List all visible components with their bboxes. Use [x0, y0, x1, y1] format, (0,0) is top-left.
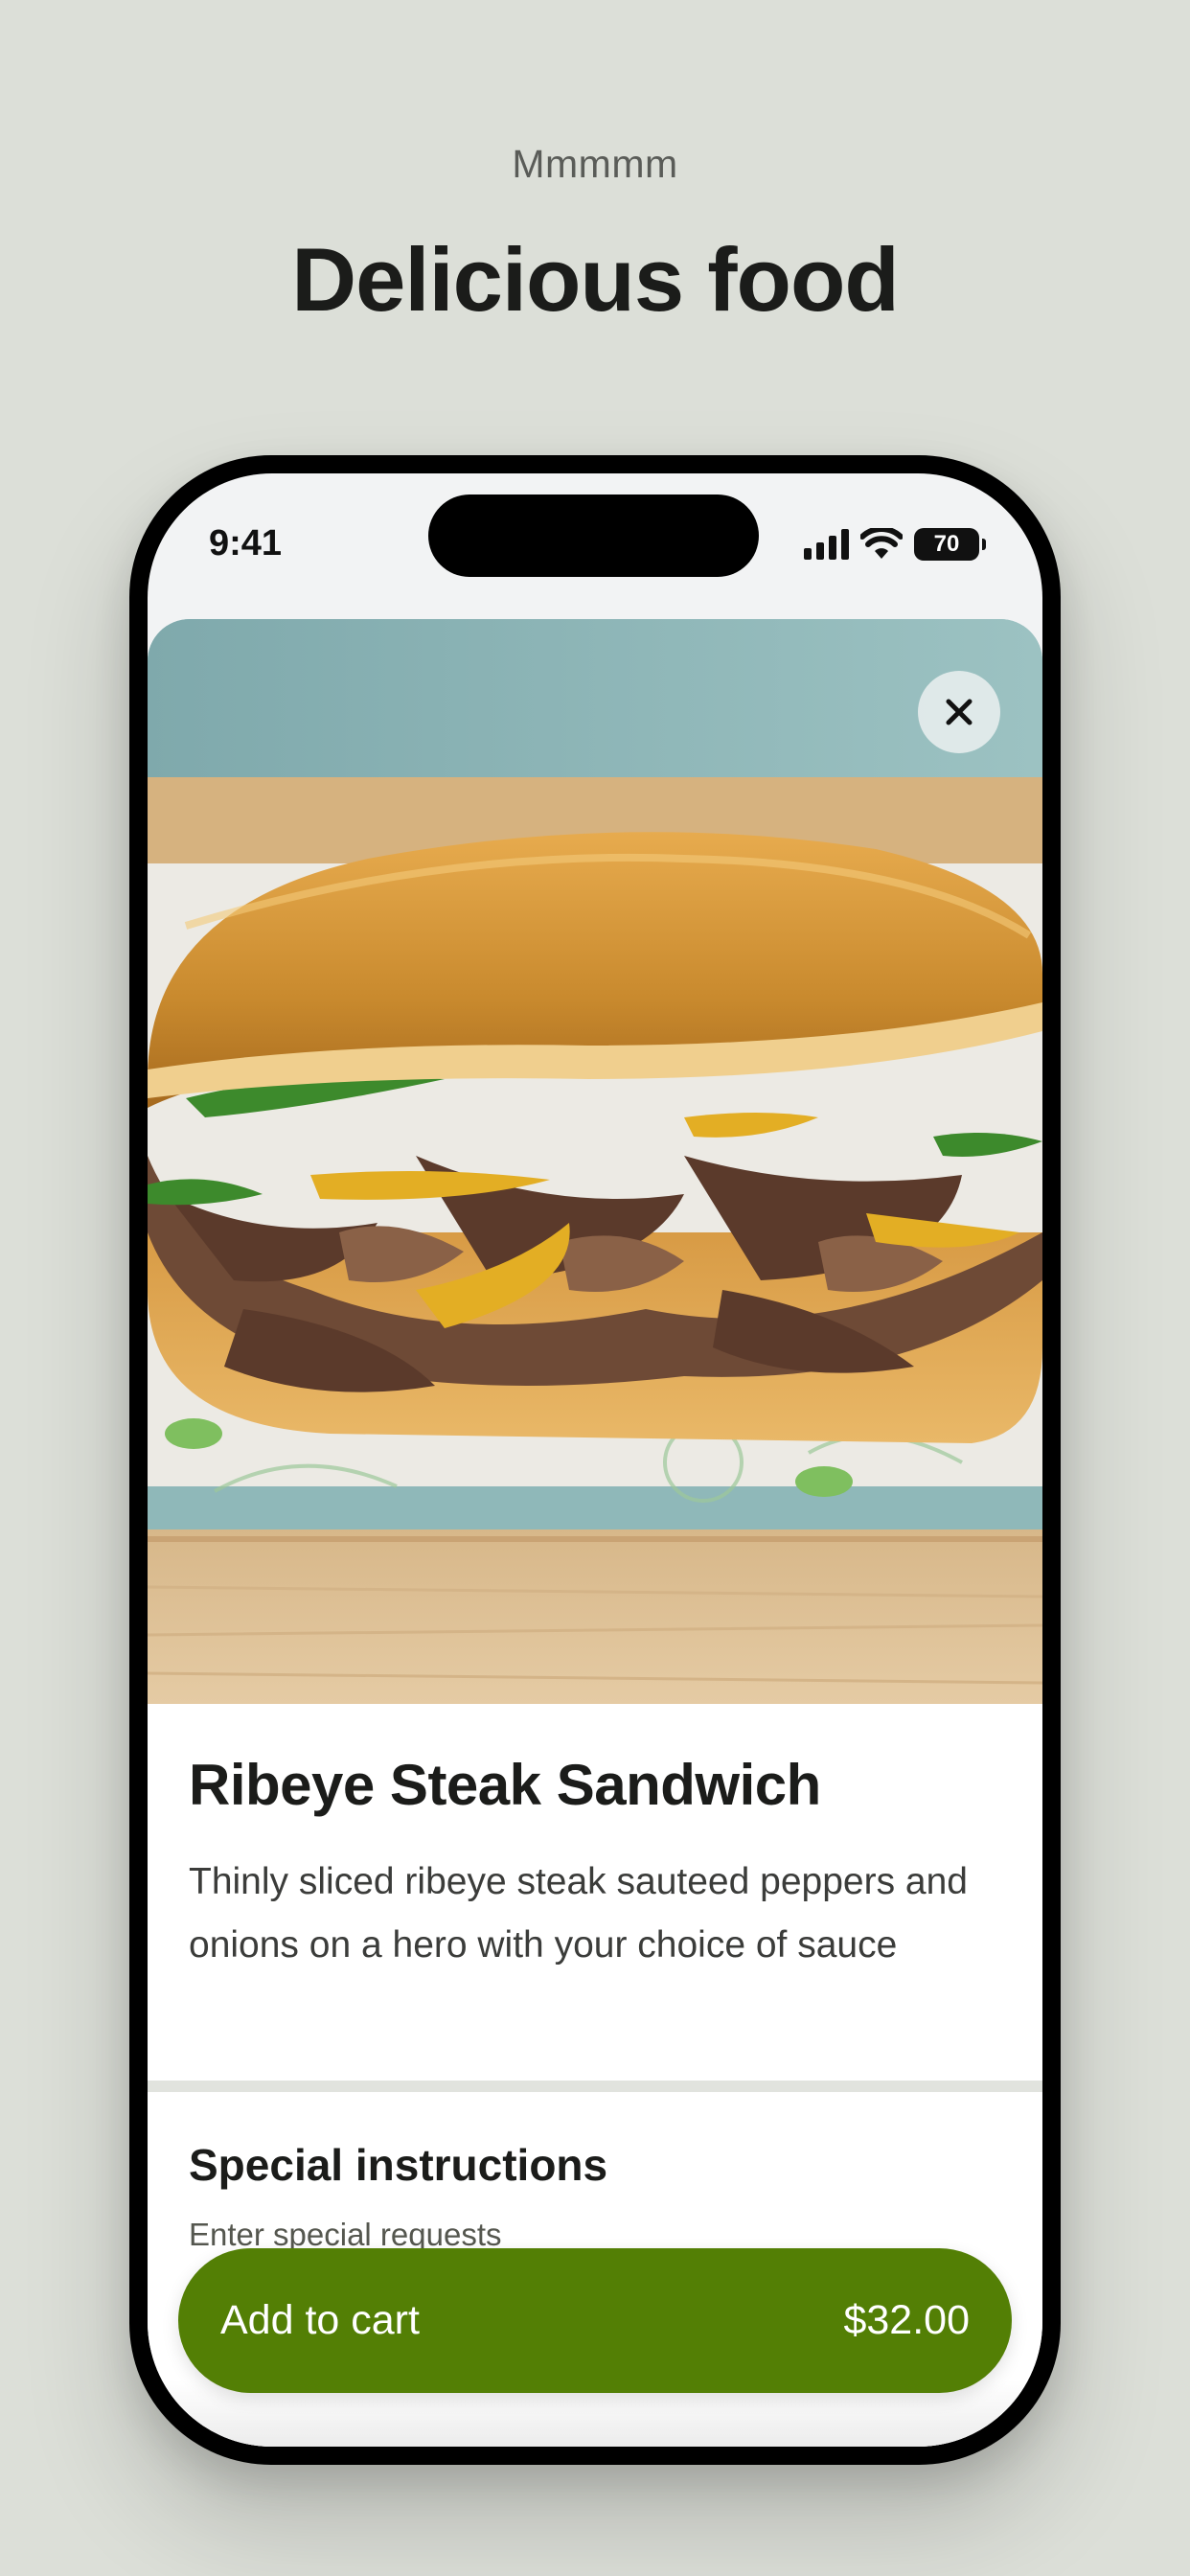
sandwich-image	[148, 619, 1042, 1704]
phone-screen: 9:41 70 Ribeye Steak Sandwich Thinly sli…	[148, 473, 1042, 2447]
special-instructions-title: Special instructions	[189, 2140, 608, 2190]
product-sheet: Ribeye Steak Sandwich Thinly sliced ribe…	[148, 619, 1042, 2447]
section-divider	[148, 2081, 1042, 2092]
product-title: Ribeye Steak Sandwich	[189, 1753, 821, 1817]
add-to-cart-button[interactable]: Add to cart $32.00	[178, 2248, 1012, 2393]
signal-icon	[804, 529, 849, 560]
status-time: 9:41	[209, 523, 283, 564]
battery-icon: 70	[914, 528, 986, 561]
status-icons: 70	[804, 527, 986, 562]
phone-frame: 9:41 70 Ribeye Steak Sandwich Thinly sli…	[129, 455, 1061, 2465]
product-description: Thinly sliced ribeye steak sauteed peppe…	[189, 1861, 968, 1966]
dynamic-island	[428, 494, 759, 577]
battery-level: 70	[933, 531, 960, 557]
sandwich-photo	[148, 619, 1042, 1704]
close-button[interactable]	[918, 671, 1000, 753]
wifi-icon	[860, 528, 903, 559]
page: Mmmmm Delicious food 9:41 70 Ribeye Stea…	[0, 0, 1190, 2576]
headline: Delicious food	[291, 229, 900, 330]
cart-price: $32.00	[843, 2297, 970, 2343]
close-icon	[946, 699, 973, 725]
add-to-cart-label: Add to cart	[220, 2297, 420, 2343]
eyebrow-text: Mmmmm	[512, 142, 678, 186]
